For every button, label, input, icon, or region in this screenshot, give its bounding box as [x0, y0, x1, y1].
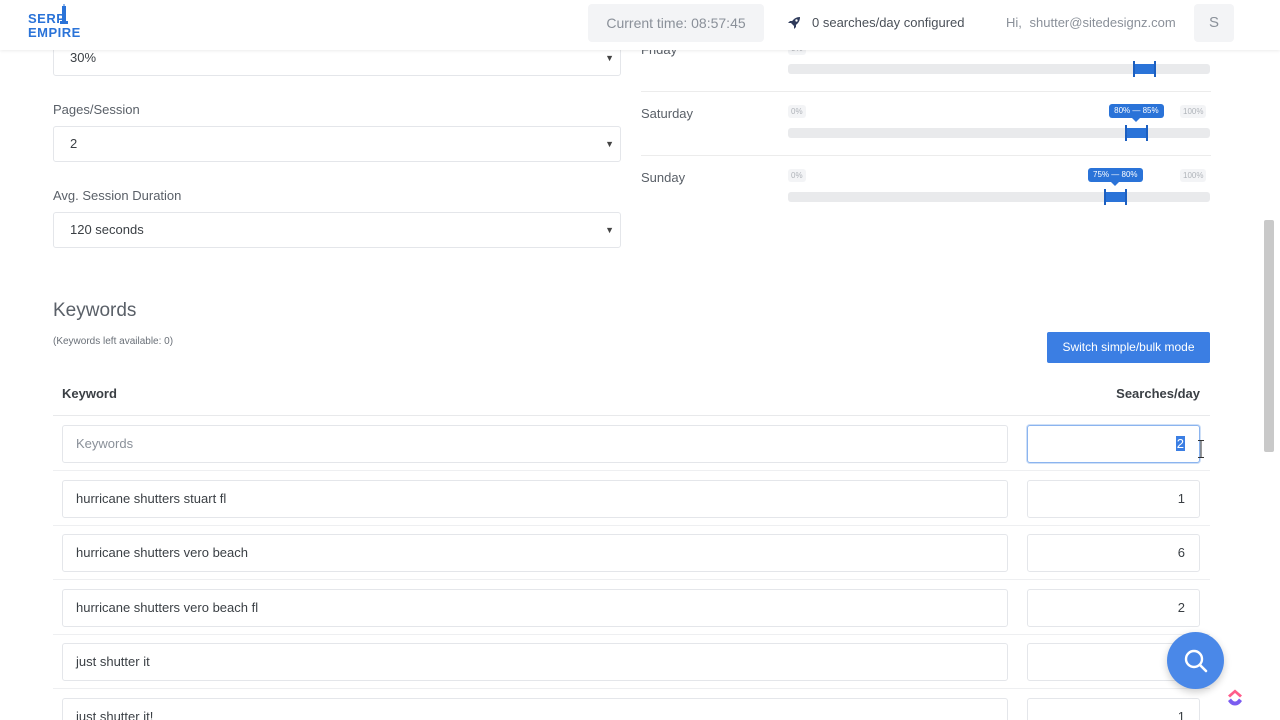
- table-header-divider: [53, 415, 1210, 416]
- searches-input[interactable]: 1: [1027, 698, 1200, 720]
- range-handle-saturday[interactable]: [1124, 125, 1148, 141]
- day-label-sunday: Sunday: [641, 170, 686, 185]
- search-icon: [1184, 649, 1207, 672]
- range-tooltip-saturday: 80% — 85%: [1109, 104, 1164, 122]
- row-divider: [53, 579, 1210, 580]
- row-divider: [53, 688, 1210, 689]
- searches-configured: 0 searches/day configured: [786, 12, 964, 34]
- min-percent-sunday: 0%: [788, 169, 806, 182]
- rocket-icon: [788, 17, 800, 29]
- range-tooltip-sunday: 75% — 80%: [1088, 168, 1143, 186]
- top-header: SERP EMPIRE Current time: 08:57:45 0 sea…: [0, 0, 1280, 50]
- range-handle-sunday[interactable]: [1103, 189, 1127, 205]
- keyword-input[interactable]: just shutter it!: [62, 698, 1008, 720]
- current-time: Current time: 08:57:45: [588, 4, 764, 42]
- clickup-icon[interactable]: [1226, 689, 1244, 707]
- keyword-input[interactable]: hurricane shutters vero beach fl: [62, 589, 1008, 627]
- user-greeting: Hi, shutter@sitedesignz.com: [1006, 12, 1176, 34]
- keywords-left-available: (Keywords left available: 0): [53, 336, 174, 347]
- searches-input[interactable]: 2: [1027, 589, 1200, 627]
- searches-input[interactable]: 1: [1027, 480, 1200, 518]
- logo-line2: EMPIRE: [28, 25, 81, 40]
- new-keyword-input[interactable]: Keywords: [62, 425, 1008, 463]
- max-percent-sunday: 100%: [1180, 169, 1207, 182]
- keyword-input[interactable]: just shutter it: [62, 643, 1008, 681]
- avatar[interactable]: S: [1194, 4, 1234, 42]
- switch-mode-button[interactable]: Switch simple/bulk mode: [1047, 332, 1210, 363]
- slider-track-friday[interactable]: [788, 61, 1210, 77]
- page-scrollbar[interactable]: [1264, 220, 1274, 452]
- selected-value: 2: [1175, 436, 1185, 451]
- tower-icon: [60, 4, 68, 24]
- searches-configured-text: 0 searches/day configured: [812, 15, 965, 30]
- searches-input[interactable]: 6: [1027, 534, 1200, 572]
- chevron-down-icon: ▼: [605, 225, 614, 235]
- avg-duration-label: Avg. Session Duration: [53, 188, 182, 203]
- row-divider: [53, 525, 1210, 526]
- min-percent-saturday: 0%: [788, 105, 806, 118]
- slider-track-saturday[interactable]: [788, 125, 1210, 141]
- serp-empire-logo[interactable]: SERP EMPIRE: [28, 4, 80, 40]
- column-header-searches: Searches/day: [1116, 386, 1200, 401]
- row-divider: [53, 470, 1210, 471]
- avg-duration-value: 120 seconds: [70, 222, 144, 237]
- row-divider: [641, 91, 1211, 92]
- text-cursor-icon: [1198, 440, 1204, 458]
- user-email: shutter@sitedesignz.com: [1029, 15, 1176, 30]
- bounce-rate-value: 30%: [70, 50, 97, 65]
- keyword-input[interactable]: hurricane shutters stuart fl: [62, 480, 1008, 518]
- new-searches-input[interactable]: 2: [1027, 425, 1200, 463]
- column-header-keyword: Keyword: [62, 386, 117, 401]
- keyword-input[interactable]: hurricane shutters vero beach: [62, 534, 1008, 572]
- range-handle-friday[interactable]: [1133, 61, 1157, 77]
- slider-track-sunday[interactable]: [788, 189, 1210, 205]
- pages-session-label: Pages/Session: [53, 102, 140, 117]
- greeting-text: Hi,: [1006, 15, 1022, 30]
- chevron-down-icon: ▼: [605, 139, 614, 149]
- day-label-saturday: Saturday: [641, 106, 694, 121]
- row-divider: [641, 155, 1211, 156]
- pages-session-select[interactable]: 2 ▼: [53, 126, 621, 162]
- avg-duration-select[interactable]: 120 seconds ▼: [53, 212, 621, 248]
- max-percent-saturday: 100%: [1180, 105, 1207, 118]
- keywords-title: Keywords: [53, 300, 137, 321]
- floating-search-button[interactable]: [1167, 632, 1224, 689]
- row-divider: [53, 634, 1210, 635]
- pages-session-value: 2: [70, 136, 78, 151]
